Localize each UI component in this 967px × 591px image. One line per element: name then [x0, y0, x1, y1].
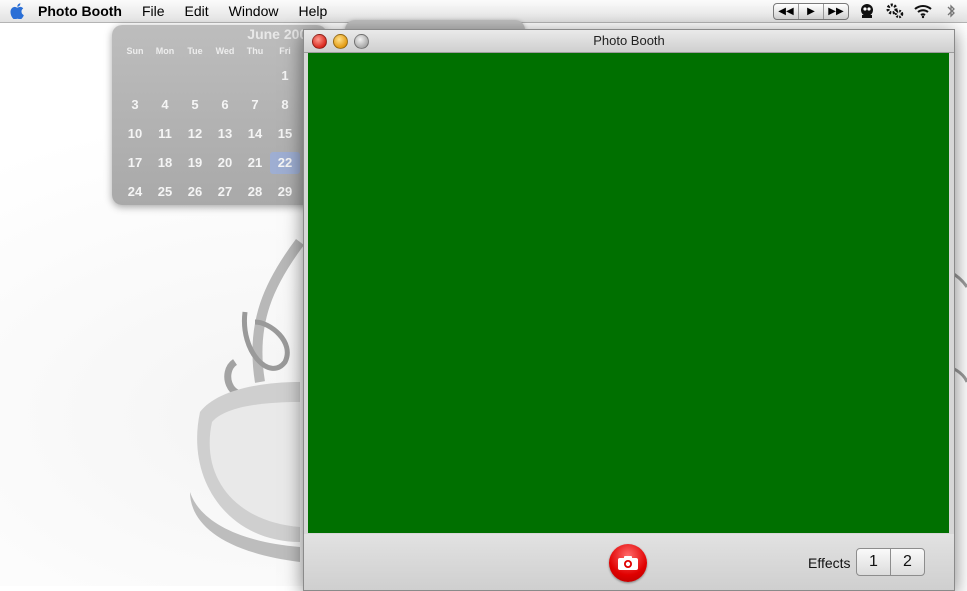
calendar-day: 21 [247, 155, 263, 170]
menu-window[interactable]: Window [219, 0, 289, 22]
fast-forward-button[interactable]: ▶▶ [824, 4, 848, 19]
rewind-button[interactable]: ◀◀ [774, 3, 799, 19]
weekday-label: Tue [187, 46, 203, 56]
calendar-month-title: June 2007 [247, 26, 315, 42]
calendar-day: 24 [127, 184, 143, 199]
calendar-week: 1 [120, 61, 300, 90]
calendar-day: 28 [247, 184, 263, 199]
calendar-day: 26 [187, 184, 203, 199]
calendar-grid: 1 3 4 5 6 7 8 10 11 12 13 14 15 17 18 19… [120, 61, 300, 205]
calendar-day: 11 [158, 126, 172, 141]
effects-segmented-control: 1 2 [856, 548, 925, 576]
media-controls: ◀◀ ▶ ▶▶ [773, 2, 849, 20]
calendar-day: 12 [187, 126, 203, 141]
calendar-day: 18 [157, 155, 173, 170]
calendar-day: 10 [127, 126, 143, 141]
menu-app-name[interactable]: Photo Booth [28, 0, 132, 22]
menu-edit[interactable]: Edit [175, 0, 219, 22]
calendar-day: 19 [187, 155, 203, 170]
play-button[interactable]: ▶ [799, 3, 824, 19]
window-titlebar[interactable]: Photo Booth [304, 30, 954, 53]
window-bottom-bar: Effects 1 2 [304, 534, 954, 590]
creature-status-icon[interactable] [857, 1, 877, 21]
effects-page-2-button[interactable]: 2 [891, 549, 924, 575]
weekday-label: Wed [215, 46, 235, 56]
effects-page-1-button[interactable]: 1 [857, 549, 891, 575]
calendar-day: 4 [161, 97, 169, 112]
window-title: Photo Booth [593, 33, 665, 48]
calendar-day: 17 [127, 155, 143, 170]
menu-file[interactable]: File [132, 0, 175, 22]
photo-booth-window: Photo Booth Effects 1 2 [303, 29, 955, 591]
calendar-week: 24 25 26 27 28 29 [120, 177, 300, 205]
weekday-label: Mon [155, 46, 175, 56]
bluetooth-icon[interactable] [941, 1, 961, 21]
weekday-label: Sun [126, 46, 144, 56]
weekday-label: Fri [279, 46, 291, 56]
calendar-week: 17 18 19 20 21 22 [120, 148, 300, 177]
calendar-day: 25 [157, 184, 173, 199]
calendar-today: 22 [270, 151, 300, 174]
calendar-day: 8 [281, 97, 289, 112]
gear-icon[interactable] [885, 1, 905, 21]
weekday-label: Thu [246, 46, 264, 56]
calendar-week: 3 4 5 6 7 8 [120, 90, 300, 119]
take-picture-button[interactable] [609, 544, 647, 582]
calendar-day: 14 [247, 126, 263, 141]
menubar-status-area: ◀◀ ▶ ▶▶ [773, 0, 961, 22]
calendar-weekday-header: Sun Mon Tue Wed Thu Fri [120, 46, 300, 56]
calendar-day: 6 [221, 97, 229, 112]
calendar-day: 29 [277, 184, 293, 199]
calendar-day: 15 [277, 126, 293, 141]
calendar-day: 7 [251, 97, 259, 112]
calendar-widget[interactable]: June 2007 Sun Mon Tue Wed Thu Fri 1 3 4 … [112, 25, 327, 205]
calendar-day: 20 [217, 155, 233, 170]
effects-label: Effects [808, 555, 851, 571]
calendar-week: 10 11 12 13 14 15 [120, 119, 300, 148]
calendar-day: 3 [131, 97, 139, 112]
camera-icon [618, 556, 638, 570]
calendar-day: 5 [191, 97, 199, 112]
menu-help[interactable]: Help [288, 0, 337, 22]
camera-preview [308, 53, 949, 533]
apple-menu-icon[interactable] [6, 0, 28, 22]
wifi-icon[interactable] [913, 1, 933, 21]
calendar-day: 13 [217, 126, 233, 141]
calendar-day: 1 [281, 68, 289, 83]
calendar-day: 27 [217, 184, 233, 199]
